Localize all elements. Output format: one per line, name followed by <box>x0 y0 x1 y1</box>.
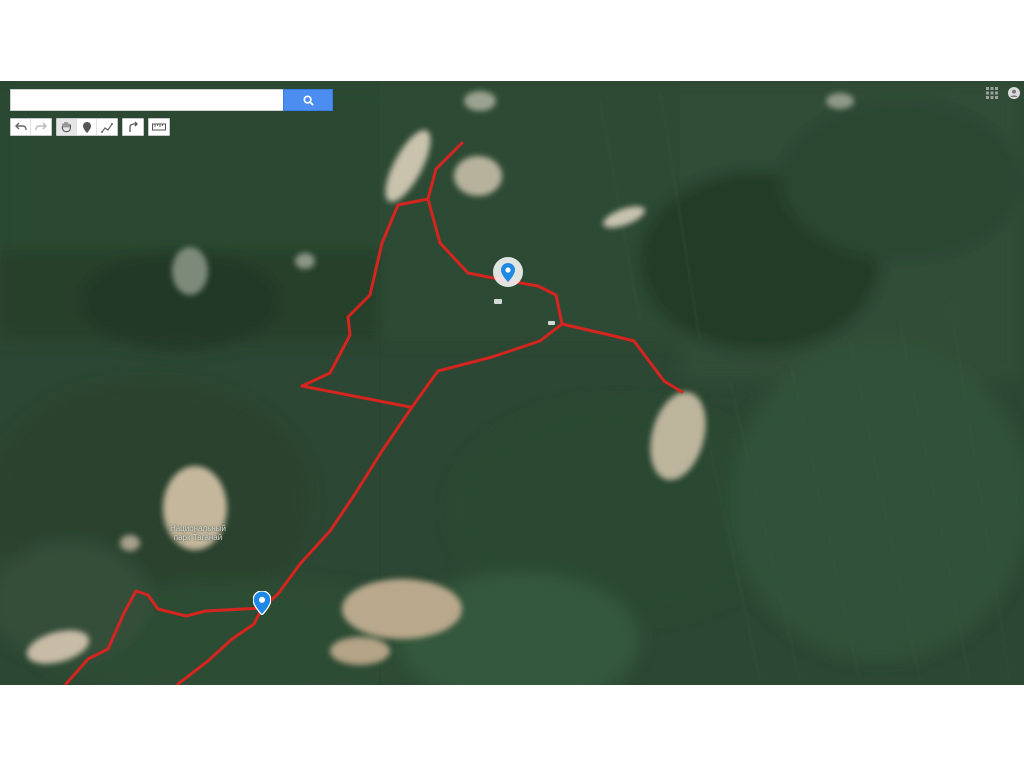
park-label-line2: парк Таганай <box>173 533 223 542</box>
map-toolbar <box>10 118 170 136</box>
account-icon <box>1008 87 1020 99</box>
undo-button[interactable] <box>11 119 31 135</box>
measure-ruler-icon <box>152 123 166 131</box>
map-pin-icon <box>501 262 515 282</box>
apps-button[interactable] <box>986 86 998 104</box>
undo-icon <box>14 122 27 131</box>
search-icon <box>302 94 314 106</box>
directions-icon <box>129 121 138 132</box>
search-box <box>10 89 333 111</box>
directions-button[interactable] <box>123 119 143 135</box>
map-pin-icon <box>252 590 272 616</box>
directions-group <box>122 118 144 136</box>
top-right-controls <box>986 86 1020 104</box>
marker-start[interactable] <box>252 590 272 616</box>
apps-grid-icon <box>986 87 998 99</box>
pan-tool-button[interactable] <box>57 119 77 135</box>
park-label-line1: Национальный <box>169 524 227 533</box>
search-button[interactable] <box>283 89 333 111</box>
tools-group <box>56 118 118 136</box>
park-label: Национальный парк Таганай <box>160 524 236 542</box>
history-group <box>10 118 52 136</box>
search-input[interactable] <box>10 89 283 111</box>
account-button[interactable] <box>1008 86 1020 104</box>
satellite-imagery <box>0 81 1024 685</box>
redo-icon <box>35 122 47 131</box>
redo-button[interactable] <box>31 119 51 135</box>
measure-group <box>148 118 170 136</box>
add-marker-icon <box>82 121 91 133</box>
add-marker-button[interactable] <box>77 119 97 135</box>
satellite-map[interactable]: Национальный парк Таганай <box>0 81 1024 685</box>
draw-line-button[interactable] <box>97 119 117 135</box>
measure-button[interactable] <box>149 119 169 135</box>
draw-line-icon <box>101 122 113 133</box>
hand-pan-icon <box>61 121 72 133</box>
marker-highlighted[interactable] <box>493 257 523 287</box>
slide-frame: Национальный парк Таганай <box>0 0 1024 767</box>
